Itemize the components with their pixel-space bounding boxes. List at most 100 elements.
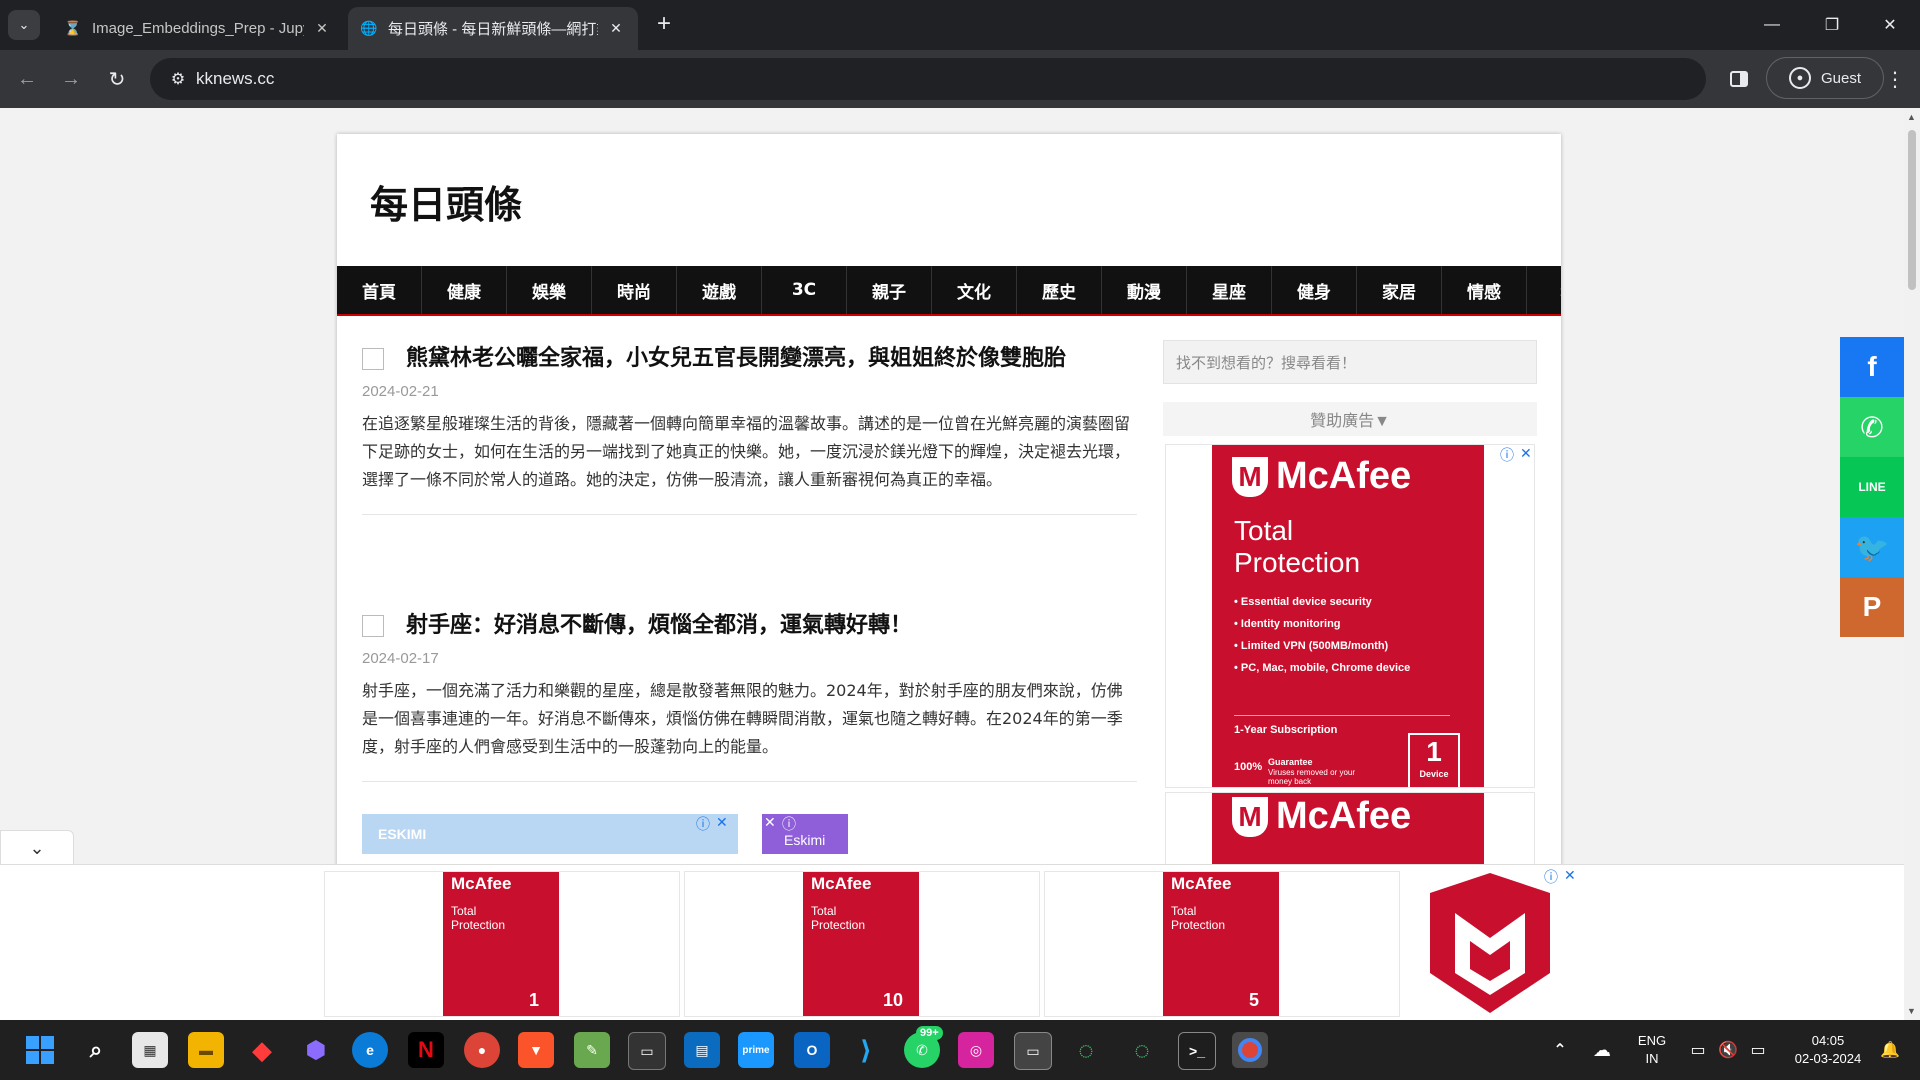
article-title-link[interactable]: 射手座：好消息不斷傳，煩惱全都消，運氣轉好轉！ [362, 609, 1137, 642]
nav-item[interactable]: 首頁 [337, 266, 422, 314]
mcafee-ad[interactable]: McAfee Total Protection 1 [443, 872, 559, 1016]
clock[interactable]: 04:05 02-03-2024 [1780, 1032, 1876, 1068]
window-app-icon[interactable]: ▭ [1014, 1032, 1052, 1070]
chrome-active-icon[interactable] [1232, 1032, 1268, 1068]
ad-close-icon[interactable]: ✕ [764, 814, 776, 831]
search-icon[interactable]: ⌕ [78, 1032, 114, 1068]
ad-info-icon[interactable]: ⓘ [782, 814, 796, 834]
facebook-share-icon[interactable]: f [1840, 337, 1904, 397]
search-input[interactable]: 找不到想看的？搜尋看看！ [1163, 340, 1537, 384]
ad-info-icon[interactable]: ⓘ [696, 814, 710, 834]
nav-item[interactable]: 科 [1527, 266, 1562, 314]
mcafee-ad[interactable]: M McAfee [1212, 793, 1484, 871]
nav-item[interactable]: 親子 [847, 266, 932, 314]
file-explorer-icon[interactable]: ▬ [188, 1032, 224, 1068]
bottom-ad-slot[interactable]: McAfee Total Protection 10 [684, 871, 1040, 1017]
nav-item[interactable]: 時尚 [592, 266, 677, 314]
blue-app-icon[interactable]: ▤ [684, 1032, 720, 1068]
eskimi-ad-small[interactable]: ✕ ⓘ Eskimi [762, 814, 848, 854]
outlook-icon[interactable]: O [794, 1032, 830, 1068]
chevron-up-icon[interactable]: ⌃ [1542, 1032, 1578, 1068]
mcafee-logo-ad[interactable]: ⓘ ✕ [1420, 867, 1576, 1013]
nav-item[interactable]: 娛樂 [507, 266, 592, 314]
instagram-icon[interactable]: ◎ [958, 1032, 994, 1068]
forward-button[interactable]: → [56, 64, 86, 94]
page-scrollbar[interactable]: ▲ ▼ [1904, 108, 1920, 1020]
terminal-icon[interactable]: >_ [1178, 1032, 1216, 1070]
site-title[interactable]: 每日頭條 [370, 174, 522, 229]
ad-info-icon[interactable]: ⓘ [1544, 867, 1558, 887]
back-button[interactable]: ← [12, 64, 42, 94]
bottom-ad-slot[interactable]: McAfee Total Protection 1 [324, 871, 680, 1017]
site-info-icon[interactable]: ⚙ [160, 69, 196, 89]
language-indicator[interactable]: ENG IN [1630, 1032, 1674, 1068]
mcafee-ad[interactable]: M McAfee Total Protection • Essential de… [1212, 445, 1484, 787]
scrollbar-thumb[interactable] [1908, 130, 1916, 290]
more-menu-icon[interactable]: ⋮ [1880, 64, 1910, 94]
bottom-ad-slot[interactable]: McAfee Total Protection 5 [1044, 871, 1400, 1017]
nav-item[interactable]: 3C [762, 266, 847, 314]
scroll-up-arrow-icon[interactable]: ▲ [1907, 112, 1916, 122]
spinner-app-icon[interactable]: ◌ [1068, 1032, 1104, 1068]
microsoft-store-icon[interactable]: ▦ [132, 1032, 168, 1068]
vscode-icon[interactable]: ⟩ [848, 1032, 884, 1068]
minimize-button[interactable]: — [1752, 10, 1792, 40]
tab-search-button[interactable]: ⌄ [8, 10, 40, 40]
nav-item[interactable]: 星座 [1187, 266, 1272, 314]
ad-close-icon[interactable]: ✕ [716, 814, 728, 831]
ad-close-icon[interactable]: ✕ [1564, 867, 1576, 884]
battery-icon[interactable]: ▭ [1740, 1032, 1776, 1068]
nav-item[interactable]: 歷史 [1017, 266, 1102, 314]
red-diamond-app-icon[interactable]: ◆ [244, 1032, 280, 1068]
eskimi-ad-banner[interactable]: ESKIMI ⓘ ✕ [362, 814, 738, 854]
hexagon-app-icon[interactable]: ⬢ [298, 1032, 334, 1068]
nav-item[interactable]: 文化 [932, 266, 1017, 314]
line-share-icon[interactable]: LINE [1840, 457, 1904, 517]
onedrive-cloud-icon[interactable]: ☁ [1584, 1032, 1620, 1068]
image-editor-icon[interactable]: ✎ [574, 1032, 610, 1068]
side-panel-button[interactable] [1724, 64, 1754, 94]
spinner-app-icon-2[interactable]: ◌ [1124, 1032, 1160, 1068]
twitter-share-icon[interactable]: 🐦 [1840, 517, 1904, 577]
profile-button[interactable]: ● Guest [1766, 57, 1884, 99]
article-date: 2024-02-21 [362, 383, 439, 400]
edge-browser-icon[interactable]: e [352, 1032, 388, 1068]
scroll-down-arrow-icon[interactable]: ▼ [1907, 1006, 1916, 1016]
mcafee-ad[interactable]: McAfee Total Protection 10 [803, 872, 919, 1016]
netflix-icon[interactable]: N [408, 1032, 444, 1068]
prime-video-icon[interactable]: prime [738, 1032, 774, 1068]
browser-tab-jupyter[interactable]: ⌛ Image_Embeddings_Prep - Jupyter ✕ [52, 7, 344, 50]
nav-item[interactable]: 情感 [1442, 266, 1527, 314]
sidebar-ad-box: ⓘ ✕ M McAfee Total Protection • Essentia… [1165, 444, 1535, 788]
restore-button[interactable]: ❐ [1812, 10, 1852, 40]
ad-info-icon[interactable]: ⓘ [1500, 445, 1514, 465]
globe-icon: 🌐 [360, 20, 378, 36]
nav-item[interactable]: 遊戲 [677, 266, 762, 314]
address-bar[interactable]: ⚙ kknews.cc [150, 58, 1706, 100]
browser-tab-kknews[interactable]: 🌐 每日頭條 - 每日新鮮頭條—網打盡 ✕ [348, 7, 638, 50]
profile-label: Guest [1820, 69, 1862, 87]
nav-item[interactable]: 健康 [422, 266, 507, 314]
notification-bell-icon[interactable]: 🔔 [1872, 1032, 1908, 1068]
new-tab-button[interactable]: + [650, 10, 678, 38]
mcafee-ad[interactable]: McAfee Total Protection 5 [1163, 872, 1279, 1016]
nav-item[interactable]: 動漫 [1102, 266, 1187, 314]
chrome-icon[interactable]: ● [464, 1032, 500, 1068]
close-window-button[interactable]: ✕ [1870, 10, 1910, 40]
close-icon[interactable]: ✕ [312, 20, 332, 37]
sponsored-ads-toggle[interactable]: 贊助廣告▼ [1163, 402, 1537, 436]
windows-taskbar: ⌕ ▦ ▬ ◆ ⬢ e N ● ▼ ✎ ▭ ▤ prime O ⟩ ✆ 99+ … [0, 1020, 1920, 1080]
feature-item: • PC, Mac, mobile, Chrome device [1234, 662, 1411, 674]
brave-browser-icon[interactable]: ▼ [518, 1032, 554, 1068]
nav-item[interactable]: 健身 [1272, 266, 1357, 314]
whatsapp-share-icon[interactable]: ✆ [1840, 397, 1904, 457]
plurk-share-icon[interactable]: P [1840, 577, 1904, 637]
windows-start-icon[interactable] [22, 1032, 58, 1068]
reload-button[interactable]: ↻ [102, 64, 132, 94]
nav-item[interactable]: 家居 [1357, 266, 1442, 314]
ad-close-icon[interactable]: ✕ [1520, 445, 1532, 462]
ad-collapse-button[interactable]: ⌄ [0, 830, 74, 865]
close-icon[interactable]: ✕ [606, 20, 626, 37]
terminal-window-icon[interactable]: ▭ [628, 1032, 666, 1070]
article-title-link[interactable]: 熊黛林老公曬全家福，小女兒五官長開變漂亮，與姐姐終於像雙胞胎 [362, 342, 1137, 375]
